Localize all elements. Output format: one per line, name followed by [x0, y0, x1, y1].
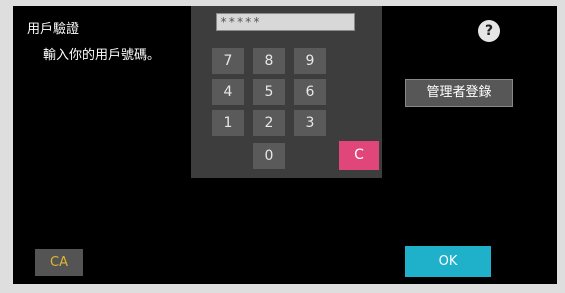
key-0[interactable]: 0	[253, 143, 285, 169]
key-5[interactable]: 5	[253, 79, 285, 105]
login-screen: 用戶驗證 輸入你的用戶號碼。 ? ***** 7 8 9 4 5 6 1 2 3…	[13, 6, 557, 284]
help-button[interactable]: ?	[478, 20, 500, 42]
key-2[interactable]: 2	[253, 110, 285, 136]
key-1[interactable]: 1	[212, 110, 244, 136]
key-7[interactable]: 7	[212, 48, 244, 74]
numeric-keypad: ***** 7 8 9 4 5 6 1 2 3 0 C	[191, 6, 382, 178]
key-4[interactable]: 4	[212, 79, 244, 105]
key-8[interactable]: 8	[253, 48, 285, 74]
key-9[interactable]: 9	[294, 48, 326, 74]
page-title: 用戶驗證	[27, 22, 80, 37]
clear-button[interactable]: C	[339, 141, 379, 170]
key-6[interactable]: 6	[294, 79, 326, 105]
question-circle-icon: ?	[484, 23, 494, 39]
key-3[interactable]: 3	[294, 110, 326, 136]
clear-all-button[interactable]: CA	[35, 249, 83, 276]
user-number-input[interactable]: *****	[216, 13, 355, 31]
instruction-text: 輸入你的用戶號碼。	[43, 48, 161, 63]
ok-button[interactable]: OK	[405, 246, 491, 277]
admin-login-button[interactable]: 管理者登錄	[405, 79, 513, 107]
